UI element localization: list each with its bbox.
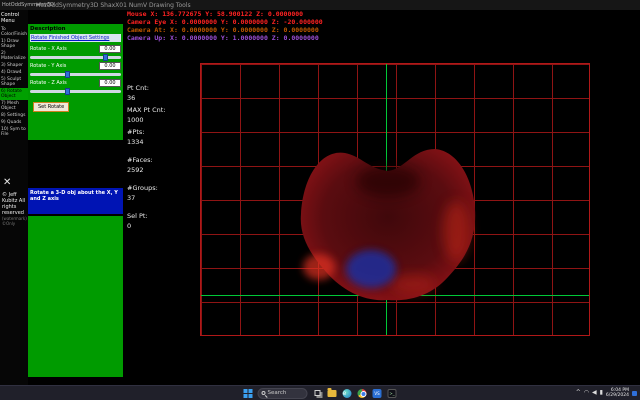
rotate-y-slider-row: Rotate - Y Axis 0.00 (30, 62, 121, 76)
rotate-z-slider[interactable] (30, 90, 121, 93)
rotate-settings-panel: Description Rotate Finished Object Setti… (28, 24, 123, 140)
stat-value: 36 (127, 94, 193, 102)
control-menu-strip: Control Menu To Color/Finish 1) Draw Sha… (0, 10, 28, 385)
rotate-y-value-box[interactable]: 0.00 (99, 62, 121, 70)
rotate-x-slider-row: Rotate - X Axis 0.00 (30, 45, 121, 59)
search-icon (262, 391, 266, 395)
code-editor-button[interactable] (372, 388, 383, 399)
watermark-text: (watermark) ©Only (2, 216, 28, 226)
rotate-settings-link[interactable]: Rotate Finished Object Settings (30, 34, 121, 42)
window-title: HotOddSymmetry3D ShaxX01 NumV Drawing To… (36, 2, 191, 9)
sidebar-item-draw4[interactable]: 4) Draw4 (0, 69, 28, 76)
mouse-coords-readout: Mouse X: 136.772675 Y: 58.900122 Z: 0.00… (127, 10, 303, 18)
viewport-grid[interactable] (200, 63, 590, 336)
camera-up-readout: Camera Up: X: 0.0000000 Y: 1.0000000 Z: … (127, 34, 319, 42)
rotate-z-value-box[interactable]: 0.00 (99, 79, 121, 87)
sidebar-item-settings[interactable]: 8) Settings (0, 112, 28, 119)
rotate-y-slider[interactable] (30, 73, 121, 76)
stat-label: Pt Cnt: (127, 84, 193, 92)
stat-pt-cnt: Pt Cnt: 36 (127, 84, 193, 102)
windows-logo-icon (244, 389, 253, 398)
folder-icon (328, 390, 337, 397)
sidebar-item-sym-to-file[interactable]: 10) Sym to File (0, 126, 28, 138)
x-logo-icon: ✕ (3, 178, 11, 188)
taskbar-clock[interactable]: 6:04 PM 6/29/2024 (606, 388, 629, 398)
sidebar-item-materialize[interactable]: 2) Materialize (0, 50, 28, 62)
sidebar-item-shaper[interactable]: 3) Shaper (0, 62, 28, 69)
browser-button[interactable] (357, 388, 368, 399)
wifi-icon[interactable] (584, 386, 589, 400)
stat-value: 37 (127, 194, 193, 202)
rotate-x-value-box[interactable]: 0.00 (99, 45, 121, 53)
tool-info-box: Rotate a 3-D obj about the X, Y and Z ax… (28, 188, 123, 214)
search-label: Search (268, 388, 287, 399)
sidebar-item-quads[interactable]: 9) Quads (0, 119, 28, 126)
sidebar-item-draw-shape[interactable]: 1) Draw Shape (0, 38, 28, 50)
windows-taskbar: Search 6:04 PM 6/29/2024 (0, 385, 640, 400)
rotate-y-slider-thumb[interactable] (65, 71, 70, 78)
stat-label: #Groups: (127, 184, 193, 192)
stat-faces: #Faces: 2592 (127, 156, 193, 174)
battery-icon[interactable] (600, 386, 603, 400)
stat-max-pt-cnt: MAX Pt Cnt: 1000 (127, 106, 193, 124)
set-rotate-button[interactable]: Set Rotate (33, 102, 69, 112)
terminal-button[interactable] (387, 388, 398, 399)
sidebar-item-mesh-object[interactable]: 7) Mesh Object (0, 100, 28, 112)
rotate-x-label: Rotate - X Axis (30, 46, 67, 52)
stat-groups: #Groups: 37 (127, 184, 193, 202)
stat-label: #Pts: (127, 128, 193, 136)
camera-eye-readout: Camera Eye X: 0.0000000 Y: 0.0000000 Z: … (127, 18, 323, 26)
start-button[interactable] (243, 388, 254, 399)
terminal-icon (388, 389, 397, 398)
task-view-icon (314, 390, 320, 396)
control-menu-title: Control Menu (0, 10, 28, 26)
volume-icon[interactable] (592, 386, 597, 400)
description-label: Description (30, 26, 121, 32)
sidebar-item-sculpt-shape[interactable]: 5) Sculpt Shape (0, 76, 28, 88)
vscode-icon (373, 389, 382, 398)
taskbar-search[interactable]: Search (258, 388, 308, 399)
stat-value: 2592 (127, 166, 193, 174)
stat-value: 0 (127, 222, 193, 230)
tray-overflow-chevron-icon[interactable] (576, 386, 581, 400)
rotate-z-slider-row: Rotate - Z Axis 0.00 (30, 79, 121, 93)
rotate-y-label: Rotate - Y Axis (30, 63, 66, 69)
rotate-x-slider[interactable] (30, 56, 121, 59)
sidebar-item-color-finish[interactable]: To Color/Finish (0, 26, 28, 38)
file-explorer-button[interactable] (327, 388, 338, 399)
rotate-x-slider-thumb[interactable] (103, 54, 108, 61)
stat-value: 1000 (127, 116, 193, 124)
task-view-button[interactable] (312, 388, 323, 399)
notification-badge[interactable] (632, 391, 637, 396)
rendered-3d-object[interactable] (293, 139, 483, 307)
lower-green-panel (28, 216, 123, 377)
stat-value: 1334 (127, 138, 193, 146)
edge-icon (343, 389, 352, 398)
stat-sel-pt: Sel Pt: 0 (127, 212, 193, 230)
stat-label: Sel Pt: (127, 212, 193, 220)
chrome-icon (358, 389, 367, 398)
sidebar-item-rotate-object[interactable]: 6) Rotate Object (0, 88, 28, 100)
rotate-z-slider-thumb[interactable] (65, 88, 70, 95)
model-stats: Pt Cnt: 36 MAX Pt Cnt: 1000 #Pts: 1334 #… (127, 84, 193, 240)
stat-pts: #Pts: 1334 (127, 128, 193, 146)
clock-date: 6/29/2024 (606, 393, 629, 398)
camera-at-readout: Camera At: X: 0.0000000 Y: 0.0000000 Z: … (127, 26, 319, 34)
stat-label: MAX Pt Cnt: (127, 106, 193, 114)
stat-label: #Faces: (127, 156, 193, 164)
copyright-text: © Jeff Kubitz All rights reserved (2, 192, 28, 216)
edge-button[interactable] (342, 388, 353, 399)
rotate-z-label: Rotate - Z Axis (30, 80, 67, 86)
